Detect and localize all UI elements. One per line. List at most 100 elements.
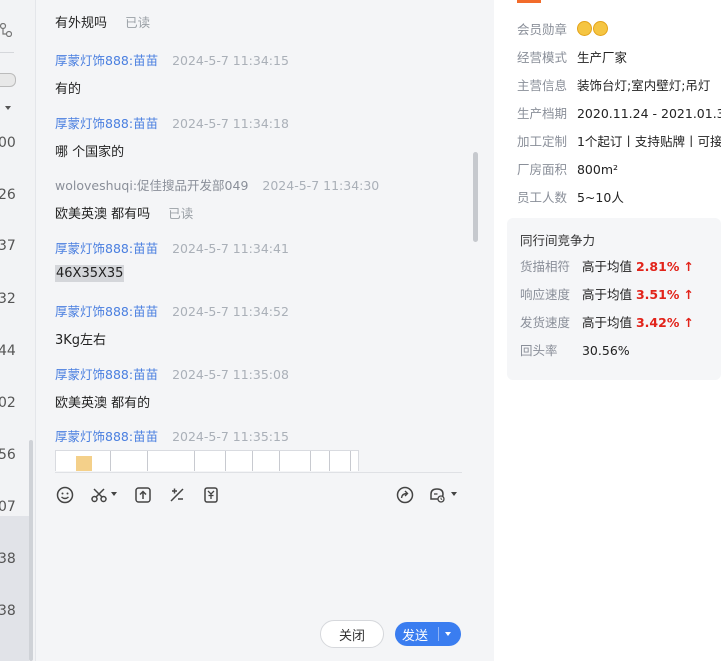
compete-row: 响应速度 高于均值 3.51% ↑	[520, 284, 694, 303]
list-scrollbar[interactable]	[29, 440, 33, 661]
message-sender[interactable]: woloveshuqi:促佳搜品开发部049	[55, 178, 248, 193]
input-toolbar	[55, 472, 462, 515]
quick-reply-dropdown-icon[interactable]	[451, 492, 457, 496]
message-sender[interactable]: 厚蒙灯饰888:苗苗	[55, 304, 158, 319]
medal-icon	[592, 21, 608, 36]
upload-icon[interactable]	[133, 485, 153, 505]
message-text: 有的	[55, 82, 82, 97]
compete-percent: 2.81%	[635, 259, 680, 274]
message-time: 2024-5-7 11:35:15	[172, 429, 289, 444]
info-row-employees: 员工人数 5~10人	[517, 187, 624, 206]
close-button[interactable]: 关闭	[320, 620, 384, 648]
message-sender[interactable]: 厚蒙灯饰888:苗苗	[55, 116, 158, 131]
info-row-medal: 会员勋章	[517, 19, 609, 38]
compete-row: 回头率 30.56%	[520, 340, 630, 359]
message-sender[interactable]: 厚蒙灯饰888:苗苗	[55, 429, 158, 444]
attachment-table-cell	[111, 451, 148, 471]
message-list: 有外规吗 已读 厚蒙灯饰888:苗苗 2024-5-7 11:34:15 有的 …	[36, 0, 466, 471]
forward-icon[interactable]	[395, 485, 415, 505]
info-key: 生产档期	[517, 106, 568, 121]
conversation-count: 00	[0, 135, 16, 151]
attachment-table-cell	[195, 451, 226, 471]
message-scrollbar[interactable]	[473, 152, 478, 242]
attachment-table-cell	[226, 451, 253, 471]
sidebar-divider	[0, 52, 14, 53]
scissors-icon[interactable]	[89, 485, 109, 505]
sidebar-toggle[interactable]	[0, 73, 16, 87]
conversation-count: 37	[0, 238, 16, 254]
message-text: 有外规吗	[55, 16, 108, 31]
info-key: 厂房面积	[517, 162, 568, 177]
info-key: 经营模式	[517, 50, 568, 65]
attachment-table-cell	[253, 451, 280, 471]
chat-panel: 有外规吗 已读 厚蒙灯饰888:苗苗 2024-5-7 11:34:15 有的 …	[36, 0, 481, 661]
info-row-production-schedule: 生产档期 2020.11.24 - 2021.01.31	[517, 103, 721, 122]
conversation-count: 38	[0, 551, 16, 567]
info-key: 会员勋章	[517, 22, 568, 37]
attachment-table-cell	[330, 451, 351, 471]
conversation-count: 44	[0, 343, 16, 359]
emoji-icon[interactable]	[55, 485, 75, 505]
message-sender[interactable]: 厚蒙灯饰888:苗苗	[55, 241, 158, 256]
scissors-dropdown-icon[interactable]	[111, 492, 117, 496]
message: 厚蒙灯饰888:苗苗 2024-5-7 11:34:52 3Kg左右	[55, 301, 289, 348]
send-separator	[438, 627, 439, 641]
badge-tag	[517, 0, 541, 3]
compete-row: 货描相符 高于均值 2.81% ↑	[520, 256, 694, 275]
message: 厚蒙灯饰888:苗苗 2024-5-7 11:34:15 有的	[55, 50, 289, 97]
info-key: 员工人数	[517, 190, 568, 205]
message-text: 欧美英澳 都有吗	[55, 207, 151, 222]
conversation-count: 02	[0, 395, 16, 411]
compete-percent: 3.51%	[635, 287, 680, 302]
message-sender[interactable]: 厚蒙灯饰888:苗苗	[55, 53, 158, 68]
message-time: 2024-5-7 11:35:08	[172, 367, 289, 382]
info-row-customization: 加工定制 1个起订丨支持贴牌丨可接外	[517, 131, 721, 150]
send-button[interactable]: 发送	[395, 622, 461, 646]
compete-prefix: 高于均值	[581, 315, 632, 330]
info-value: 800m²	[576, 162, 619, 177]
attachment-table-cell	[280, 451, 311, 471]
message: woloveshuqi:促佳搜品开发部049 2024-5-7 11:34:30…	[55, 175, 379, 222]
up-arrow-icon: ↑	[683, 315, 694, 330]
selected-conversation[interactable]	[0, 516, 29, 661]
attachment-table-cell	[311, 451, 330, 471]
compete-percent: 3.42%	[635, 315, 680, 330]
attachment-table-cell	[148, 451, 195, 471]
compete-key: 货描相符	[520, 259, 571, 274]
price-icon[interactable]	[201, 485, 221, 505]
info-value: 生产厂家	[576, 50, 627, 65]
sidebar-top-icon[interactable]	[0, 22, 13, 38]
message: 厚蒙灯饰888:苗苗 2024-5-7 11:34:41 46X35X35	[55, 238, 289, 282]
message-text: 哪 个国家的	[55, 145, 125, 160]
sidebar-dropdown-caret-icon[interactable]	[5, 106, 11, 110]
compete-key: 响应速度	[520, 287, 571, 302]
message: 厚蒙灯饰888:苗苗 2024-5-7 11:34:18 哪 个国家的	[55, 113, 289, 160]
send-options-icon[interactable]	[445, 632, 451, 636]
competitiveness-card: 同行间竞争力 货描相符 高于均值 2.81% ↑ 响应速度 高于均值 3.51%…	[507, 218, 721, 380]
quick-reply-icon[interactable]	[427, 485, 447, 505]
competitiveness-title: 同行间竞争力	[520, 233, 596, 248]
plus-minus-icon[interactable]	[167, 485, 187, 505]
info-key: 主营信息	[517, 78, 568, 93]
info-value: 5~10人	[576, 190, 624, 205]
info-row-main-products: 主营信息 装饰台灯;室内壁灯;吊灯	[517, 75, 710, 94]
message-time: 2024-5-7 11:34:41	[172, 241, 289, 256]
image-attachment[interactable]	[55, 450, 359, 471]
compete-value: 30.56%	[581, 343, 630, 358]
message-sender[interactable]: 厚蒙灯饰888:苗苗	[55, 367, 158, 382]
compete-key: 回头率	[520, 343, 558, 358]
info-key: 加工定制	[517, 134, 568, 149]
compete-row: 发货速度 高于均值 3.42% ↑	[520, 312, 694, 331]
conversation-count: 26	[0, 187, 16, 203]
medal-icon	[576, 21, 592, 36]
up-arrow-icon: ↑	[683, 287, 694, 302]
conversation-count: 07	[0, 499, 16, 515]
compete-key: 发货速度	[520, 315, 571, 330]
conversation-count: 38	[0, 603, 16, 619]
message-time: 2024-5-7 11:34:18	[172, 116, 289, 131]
send-label: 发送	[402, 628, 429, 644]
message-text: 3Kg左右	[55, 333, 107, 348]
info-value: 1个起订丨支持贴牌丨可接外	[576, 134, 721, 149]
read-status: 已读	[125, 15, 151, 30]
message: 有外规吗 已读	[55, 12, 150, 31]
